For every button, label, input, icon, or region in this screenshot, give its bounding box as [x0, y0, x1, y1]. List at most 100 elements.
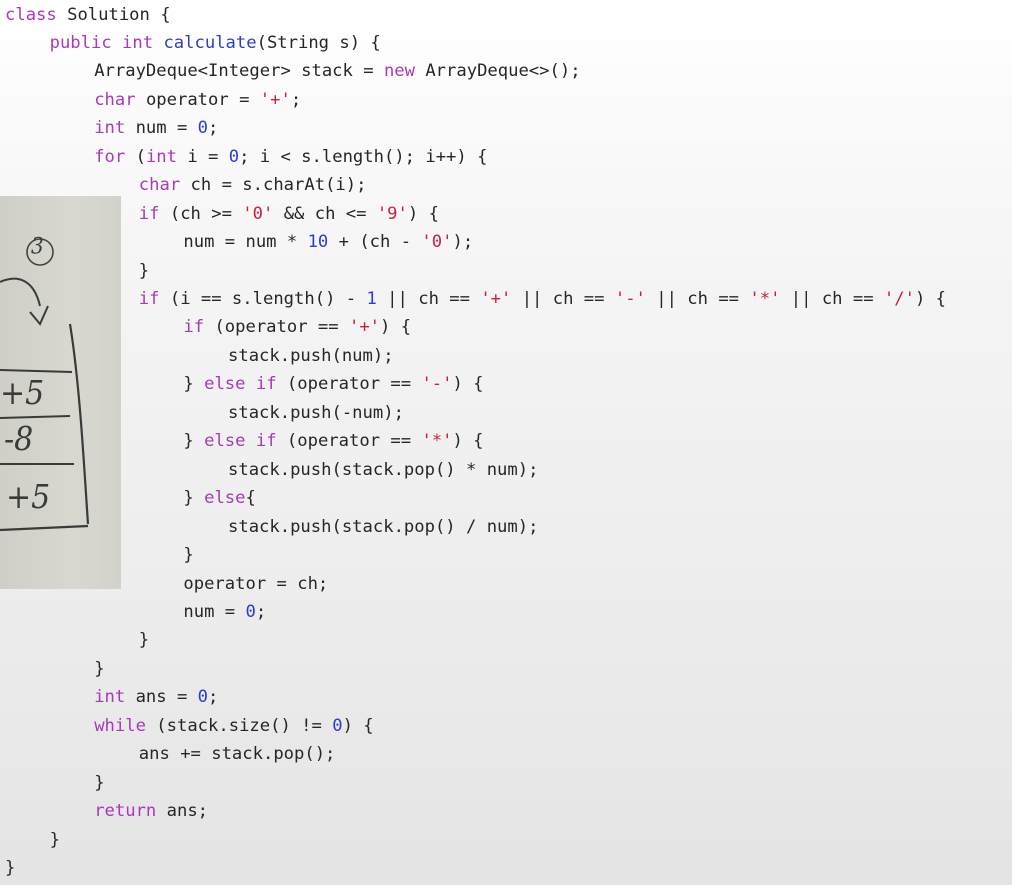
code-token: '+'	[348, 317, 381, 338]
code-token: }	[183, 488, 205, 509]
code-token: stack.push(stack.pop() / num);	[228, 516, 539, 537]
code-token: (ch >=	[159, 203, 243, 224]
code-token: (String s) {	[256, 32, 381, 53]
code-token: char	[138, 175, 181, 196]
code-token: ch = s.charAt(i);	[180, 175, 367, 196]
code-token: 0	[197, 118, 209, 139]
code-token: }	[5, 858, 16, 878]
code-token: || ch ==	[645, 289, 750, 309]
code-token: }	[183, 431, 205, 452]
code-token: stack.push(num);	[228, 345, 394, 366]
code-token: 10	[307, 232, 329, 253]
code-token: ) {	[914, 289, 946, 309]
code-line: } else if (operator == '*') {	[183, 427, 483, 455]
code-line: stack.push(stack.pop() / num);	[228, 513, 538, 541]
code-token: (operator ==	[204, 317, 349, 338]
code-token: 0	[228, 146, 240, 167]
code-line: int ans = 0;	[94, 683, 218, 711]
code-token: (operator ==	[276, 374, 422, 395]
code-token: }	[94, 772, 105, 793]
code-token: ans;	[156, 801, 209, 822]
code-token: }	[49, 829, 60, 850]
code-token: else	[204, 488, 246, 509]
code-token: i =	[176, 146, 229, 167]
code-token: for	[94, 146, 126, 167]
code-line: operator = ch;	[183, 570, 328, 598]
code-token: new	[383, 61, 415, 82]
code-line: }	[50, 826, 60, 854]
code-token: int	[145, 146, 177, 167]
code-token: ans =	[125, 687, 198, 708]
code-token: && ch <=	[273, 203, 377, 224]
code-token: '-'	[421, 374, 453, 395]
code-token: + (ch -	[328, 232, 422, 253]
code-token: (i == s.length() -	[159, 289, 367, 309]
code-line: }	[183, 541, 193, 569]
code-line: stack.push(num);	[228, 342, 394, 370]
code-token: '*'	[421, 431, 453, 452]
code-token: ;	[208, 118, 219, 139]
code-line: for (int i = 0; i < s.length(); i++) {	[94, 143, 487, 171]
code-token: int	[94, 687, 126, 708]
code-line: int num = 0;	[94, 114, 218, 142]
code-token: num =	[125, 118, 198, 139]
code-token: ) {	[407, 203, 439, 224]
code-token: stack.push(-num);	[228, 402, 404, 423]
code-token: calculate	[163, 32, 257, 53]
code-token: if	[138, 203, 160, 224]
code-token: char	[94, 89, 136, 110]
code-token: (operator ==	[276, 431, 422, 452]
code-token: Solution {	[56, 4, 171, 25]
code-line: if (ch >= '0' && ch <= '9') {	[139, 200, 439, 228]
code-token: num = num *	[183, 232, 308, 253]
code-token: num =	[183, 601, 246, 622]
code-token: ans += stack.pop();	[138, 744, 336, 765]
code-token: operator =	[135, 89, 260, 110]
code-token: 1	[366, 289, 377, 309]
code-token: );	[452, 232, 474, 253]
code-token: int	[94, 118, 126, 139]
code-token: stack.push(stack.pop() * num);	[228, 459, 539, 480]
code-token: }	[94, 658, 105, 679]
code-token: while	[94, 715, 146, 736]
code-line: }	[5, 854, 15, 882]
code-line: } else if (operator == '-') {	[183, 370, 483, 398]
code-token: '+'	[480, 289, 512, 309]
code-token: ; i < s.length(); i++) {	[239, 146, 488, 167]
code-line: stack.push(stack.pop() * num);	[228, 456, 538, 484]
code-token: '9'	[376, 203, 408, 224]
code-token: }	[138, 260, 150, 281]
code-block: class Solution { public int calculate(Str…	[0, 0, 1012, 885]
code-token: ;	[290, 89, 302, 110]
code-token: }	[183, 374, 205, 395]
code-token: else	[204, 431, 246, 452]
code-line: public int calculate(String s) {	[50, 29, 381, 57]
code-token: ;	[255, 601, 267, 622]
code-line: char ch = s.charAt(i);	[139, 171, 367, 199]
code-token: {	[245, 488, 256, 509]
code-token: ) {	[380, 317, 412, 338]
code-line: num = num * 10 + (ch - '0');	[183, 228, 473, 256]
code-line: while (stack.size() != 0) {	[94, 712, 373, 740]
code-token: 0	[197, 687, 209, 708]
code-line: ans += stack.pop();	[139, 740, 336, 768]
code-token: || ch ==	[780, 289, 884, 309]
code-token: if	[255, 431, 277, 452]
code-token: 0	[245, 601, 256, 622]
code-token: '*'	[749, 289, 781, 309]
code-token: if	[255, 374, 277, 395]
code-line: }	[94, 655, 104, 683]
code-token: class	[5, 4, 57, 25]
code-token: ) {	[452, 431, 484, 452]
code-token: '0'	[242, 203, 274, 224]
code-line: }	[139, 257, 149, 285]
code-line: }	[139, 626, 149, 654]
code-token: '/'	[883, 289, 915, 309]
code-token: ;	[208, 687, 219, 708]
code-token: '0'	[421, 232, 453, 253]
code-line: } else{	[183, 484, 255, 512]
code-token: (	[125, 146, 146, 167]
code-token: }	[138, 630, 150, 651]
